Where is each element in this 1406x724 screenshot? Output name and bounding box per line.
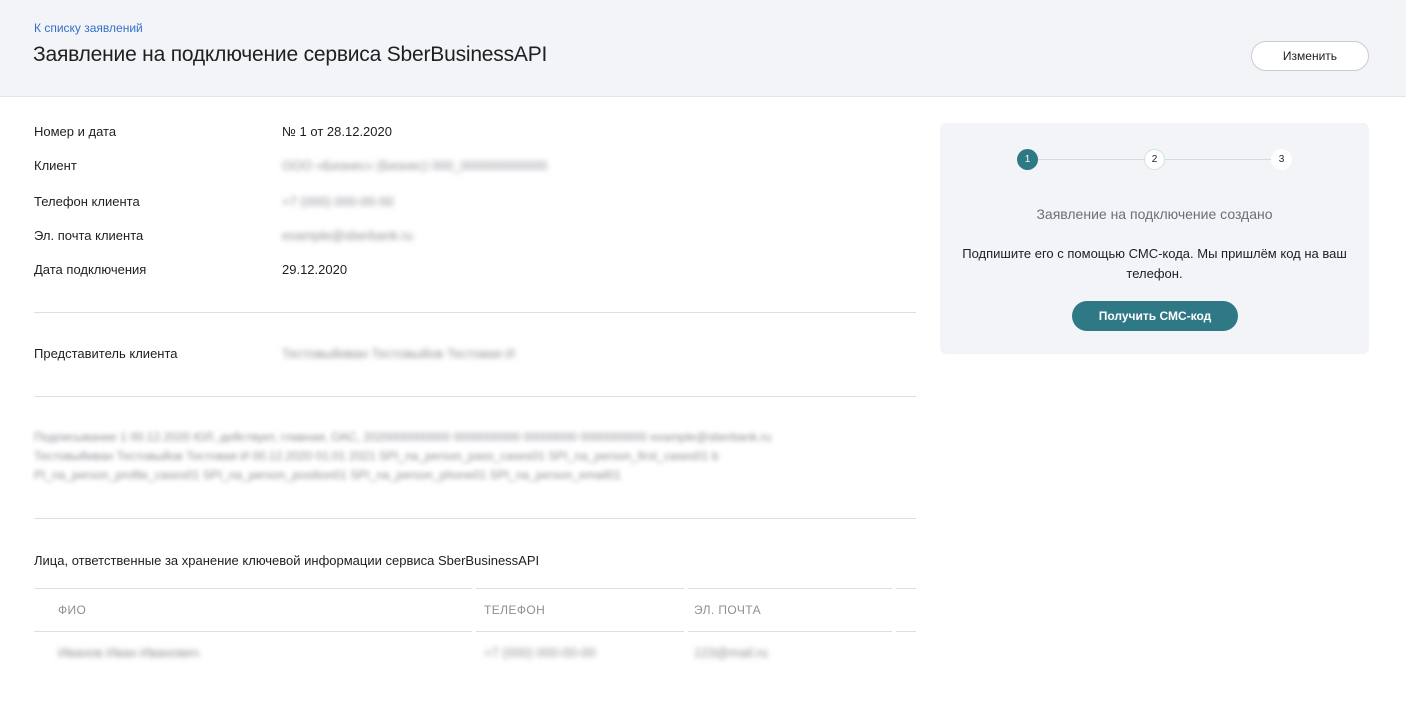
- number-date-value: № 1 от 28.12.2020: [282, 124, 392, 139]
- signature-details: Подписывание 1 00.12.2020 ЮЛ, действует,…: [34, 428, 914, 485]
- client-label: Клиент: [34, 158, 77, 173]
- signature-line: PI_na_person_profile_cases01 SPI_na_pers…: [34, 468, 622, 482]
- divider: [34, 396, 916, 397]
- client-phone-label: Телефон клиента: [34, 194, 140, 209]
- person-name-cell: Иванов Иван Иванович: [58, 645, 200, 660]
- back-to-list-link[interactable]: К списку заявлений: [34, 21, 143, 35]
- divider: [34, 518, 916, 519]
- connection-date-label: Дата подключения: [34, 262, 147, 277]
- table-header-cell: ТЕЛЕФОН: [476, 588, 684, 632]
- signature-line: Подписывание 1 00.12.2020 ЮЛ, действует,…: [34, 430, 772, 444]
- page-title: Заявление на подключение сервиса SberBus…: [33, 43, 548, 66]
- table-header-cell: ЭЛ. ПОЧТА: [688, 588, 892, 632]
- representative-label: Представитель клиента: [34, 346, 178, 361]
- client-phone-value: +7 (000) 000-00-00: [282, 194, 394, 209]
- responsible-persons-title: Лица, ответственные за хранение ключевой…: [34, 553, 540, 568]
- get-sms-code-button[interactable]: Получить СМС-код: [1072, 301, 1238, 331]
- page-header: К списку заявлений Заявление на подключе…: [0, 0, 1406, 97]
- client-email-value: example@sberbank.ru: [282, 228, 413, 243]
- table-header-cell: ФИО: [34, 588, 472, 632]
- step-1-indicator: 1: [1017, 149, 1038, 170]
- column-header-phone: ТЕЛЕФОН: [484, 603, 546, 617]
- signature-line: Тестовыйиван Тестовыйов Тестовая И 00.12…: [34, 449, 719, 463]
- connection-date-value: 29.12.2020: [282, 262, 348, 277]
- column-header-name: ФИО: [58, 603, 87, 617]
- representative-value: Тестовыйиван Тестовыйов Тестовая И: [282, 346, 515, 361]
- client-email-label: Эл. почта клиента: [34, 228, 144, 243]
- step-3-indicator: 3: [1271, 149, 1292, 170]
- person-email-cell: 123@mail.ru: [694, 645, 768, 660]
- signing-status-card: 1 2 3 Заявление на подключение создано П…: [940, 123, 1369, 354]
- number-date-label: Номер и дата: [34, 124, 117, 139]
- client-value: ООО «Бизнес» (Бизнес) 000_000000000000: [282, 158, 548, 173]
- stepper-connector: [1165, 159, 1271, 160]
- stepper-connector: [1038, 159, 1144, 160]
- divider: [34, 312, 916, 313]
- table-header-cell: [896, 588, 916, 632]
- person-phone-cell: +7 (000) 000-00-00: [484, 645, 596, 660]
- column-header-email: ЭЛ. ПОЧТА: [694, 603, 761, 617]
- status-title: Заявление на подключение создано: [1036, 206, 1273, 222]
- edit-button[interactable]: Изменить: [1251, 41, 1369, 71]
- step-2-indicator: 2: [1144, 149, 1165, 170]
- signing-instruction: Подпишите его с помощью СМС-кода. Мы при…: [962, 246, 1347, 281]
